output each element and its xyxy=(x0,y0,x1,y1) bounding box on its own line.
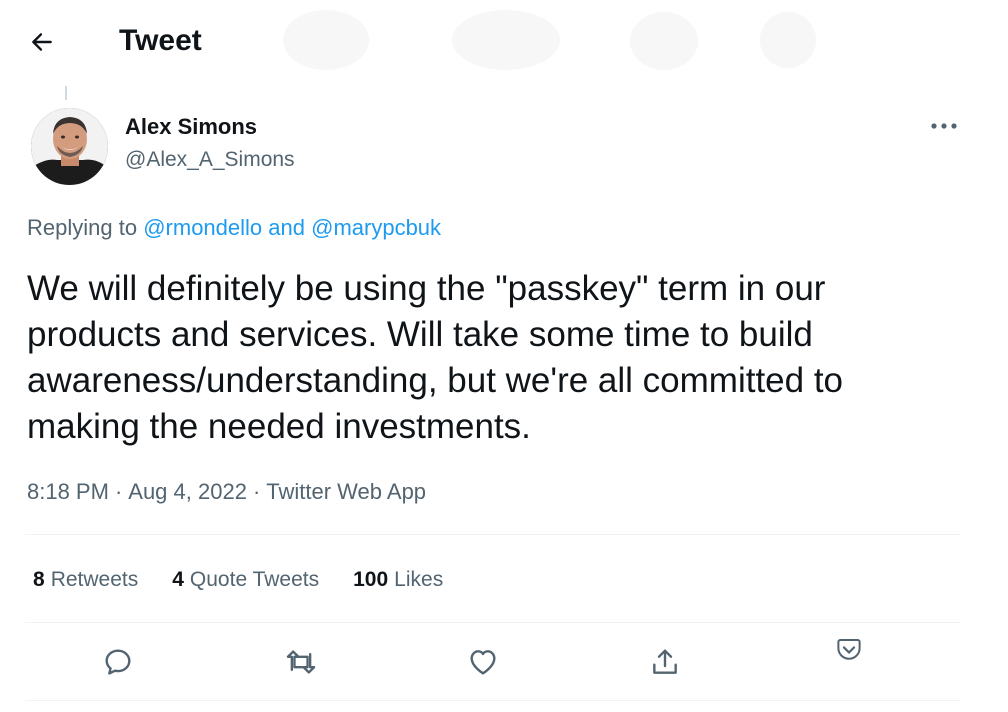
more-horizontal-icon xyxy=(931,123,957,129)
likes-count: 100 xyxy=(353,568,389,591)
author-handle[interactable]: @Alex_A_Simons xyxy=(125,146,295,174)
back-button[interactable] xyxy=(22,22,62,62)
engagement-stats: 8 Retweets 4 Quote Tweets 100 Likes xyxy=(33,564,477,596)
quote-tweets-stat[interactable]: 4 Quote Tweets xyxy=(172,568,319,592)
replying-to: Replying to @rmondello and @marypcbuk xyxy=(27,213,441,243)
replying-prefix: Replying to xyxy=(27,215,138,240)
thread-line xyxy=(65,86,67,100)
divider xyxy=(25,622,960,623)
author-name[interactable]: Alex Simons xyxy=(125,113,257,141)
reply-conjunction: and xyxy=(268,215,305,240)
retweets-count: 8 xyxy=(33,568,45,591)
page-title: Tweet xyxy=(119,24,202,57)
meta-separator: · xyxy=(252,479,261,504)
save-button[interactable] xyxy=(827,628,871,672)
retweets-label: Retweets xyxy=(50,568,139,591)
reply-user-link[interactable]: @marypcbuk xyxy=(311,215,441,240)
reply-button[interactable] xyxy=(96,640,140,684)
more-options-button[interactable] xyxy=(924,108,964,144)
reply-user-link[interactable]: @rmondello xyxy=(143,215,262,240)
blurred-placeholder xyxy=(630,12,698,70)
blurred-placeholder xyxy=(283,10,369,70)
like-icon xyxy=(470,650,496,675)
retweet-button[interactable] xyxy=(279,640,323,684)
reply-icon xyxy=(105,649,131,675)
blurred-placeholder xyxy=(452,10,560,70)
tweet-date[interactable]: Aug 4, 2022 xyxy=(128,479,247,504)
top-bar: Tweet xyxy=(0,0,990,82)
meta-separator: · xyxy=(114,479,123,504)
retweets-stat[interactable]: 8 Retweets xyxy=(33,568,138,592)
tweet-time[interactable]: 8:18 PM xyxy=(27,479,109,504)
share-icon xyxy=(653,649,677,674)
quote-tweets-label: Quote Tweets xyxy=(189,568,320,591)
blurred-placeholder xyxy=(760,12,816,68)
divider xyxy=(25,700,960,701)
save-icon xyxy=(837,639,861,660)
retweet-icon xyxy=(286,650,316,674)
quote-tweets-count: 4 xyxy=(172,568,184,591)
tweet-text: We will definitely be using the "passkey… xyxy=(27,269,844,446)
arrow-left-icon xyxy=(32,33,52,51)
tweet-meta: 8:18 PM · Aug 4, 2022 · Twitter Web App xyxy=(27,477,426,507)
divider xyxy=(25,534,960,535)
tweet-source[interactable]: Twitter Web App xyxy=(266,479,426,504)
avatar[interactable] xyxy=(31,108,108,185)
likes-label: Likes xyxy=(394,568,444,591)
likes-stat[interactable]: 100 Likes xyxy=(353,568,443,592)
like-button[interactable] xyxy=(461,640,505,684)
share-button[interactable] xyxy=(643,640,687,684)
